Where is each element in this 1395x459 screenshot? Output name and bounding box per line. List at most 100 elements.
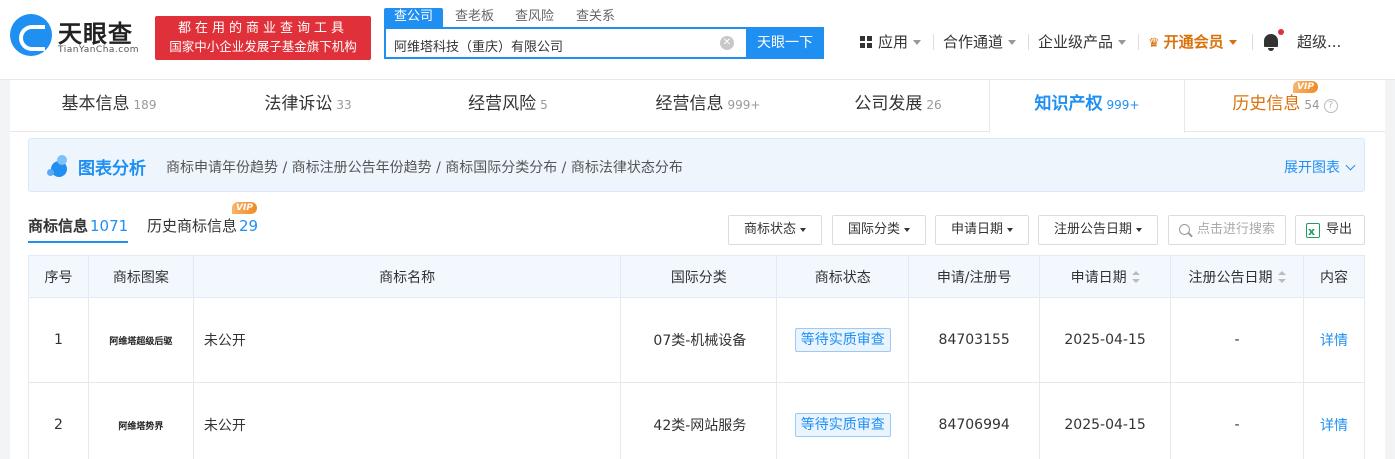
tab-development[interactable]: 公司发展 26 — [808, 80, 988, 132]
enterprise-label: 企业级产品 — [1038, 33, 1114, 51]
cell-image[interactable]: 阿维塔超级后驱 — [87, 297, 194, 383]
vip-menu[interactable]: ♛ 开通会员 — [1148, 32, 1237, 52]
chart-title: 图表分析 — [78, 159, 146, 179]
divider — [1028, 34, 1029, 50]
cell-pub-date: - — [1170, 297, 1304, 383]
subtab-history-trademark[interactable]: 历史商标信息 29 — [147, 215, 258, 236]
chevron-down-icon — [1008, 40, 1017, 45]
user-menu[interactable]: 超级... — [1297, 32, 1341, 52]
tab-label: 经营信息 — [655, 94, 724, 114]
chevron-down-icon — [1345, 160, 1356, 171]
cell-reg-no: 84706994 — [908, 382, 1041, 459]
trademark-image: 阿维塔超级后驱 — [109, 337, 173, 347]
tab-label: 经营风险 — [468, 94, 537, 114]
promo-banner[interactable]: 都在用的商业查询工具 国家中小企业发展子基金旗下机构 — [155, 16, 371, 60]
tab-operation[interactable]: 经营信息 999+ — [608, 80, 808, 132]
detail-link[interactable]: 详情 — [1320, 333, 1348, 349]
enterprise-menu[interactable]: 企业级产品 — [1038, 32, 1127, 52]
chevron-down-icon — [1007, 227, 1013, 232]
tab-label: 基本信息 — [61, 94, 130, 114]
chevron-down-icon — [913, 40, 922, 45]
filter-label: 注册公告日期 — [1053, 222, 1132, 237]
table-header-row: 序号 商标图案 商标名称 国际分类 商标状态 申请/注册号 申请日期 注册公告日… — [28, 255, 1366, 298]
filter-intl-class[interactable]: 国际分类 — [832, 215, 926, 245]
help-icon[interactable]: ? — [1323, 99, 1338, 113]
col-action: 内容 — [1302, 255, 1366, 298]
promo-line2: 国家中小企业发展子基金旗下机构 — [169, 39, 357, 54]
promo-line1: 都在用的商业查询工具 — [177, 21, 348, 36]
search-button[interactable]: 天眼一下 — [746, 27, 824, 59]
bell-icon[interactable] — [1262, 29, 1284, 52]
main-panel: 基本信息 189 法律诉讼 33 经营风险 5 经营信息 999+ 公司发展 26 知识产… — [10, 80, 1385, 459]
tab-ip[interactable]: 知识产权 999+ — [989, 80, 1185, 133]
cell-apply-date: 2025-04-15 — [1039, 297, 1172, 383]
expand-label: 展开图表 — [1284, 160, 1340, 176]
search-input-value: 阿维塔科技（重庆）有限公司 — [394, 40, 564, 55]
subtab-trademark-info[interactable]: 商标信息 1071 — [28, 215, 129, 243]
col-image: 商标图案 — [87, 255, 194, 298]
status-badge: 等待实质审查 — [794, 328, 891, 352]
cell-image[interactable]: 阿维塔势界 — [87, 382, 194, 459]
cell-class: 42类-网站服务 — [620, 382, 778, 459]
export-button[interactable]: 导出 — [1295, 215, 1365, 246]
col-label: 注册公告日期 — [1188, 269, 1273, 286]
cell-apply-date: 2025-04-15 — [1039, 382, 1172, 459]
search-input[interactable]: 阿维塔科技（重庆）有限公司 ✕ — [384, 27, 746, 59]
divider — [933, 34, 934, 50]
search-tab-relation[interactable]: 查关系 — [576, 8, 615, 28]
tab-count: 33 — [336, 98, 352, 112]
chevron-down-icon — [800, 227, 806, 232]
cell-action: 详情 — [1302, 297, 1366, 383]
sort-icon[interactable] — [1131, 270, 1140, 283]
tab-label: 法律诉讼 — [264, 94, 333, 114]
tab-count: 5 — [540, 98, 548, 112]
cell-class: 07类-机械设备 — [620, 297, 778, 383]
divider — [1252, 34, 1253, 50]
filter-label: 申请日期 — [950, 222, 1003, 237]
search-tab-company[interactable]: 查公司 — [384, 8, 444, 28]
col-apply-date[interactable]: 申请日期 — [1039, 255, 1172, 298]
tab-risk[interactable]: 经营风险 5 — [408, 80, 608, 132]
subtab-label: 历史商标信息 — [147, 217, 238, 235]
chart-links[interactable]: 商标申请年份趋势 / 商标注册公告年份趋势 / 商标国际分类分布 / 商标法律状… — [166, 157, 683, 177]
cell-status: 等待实质审查 — [776, 297, 910, 383]
export-label: 导出 — [1326, 222, 1353, 237]
tab-history[interactable]: 历史信息 54? — [1185, 80, 1385, 132]
search-icon — [1179, 224, 1190, 235]
partner-menu[interactable]: 合作通道 — [943, 32, 1017, 52]
logo-icon — [10, 14, 52, 56]
search-placeholder: 点击进行搜索 — [1197, 222, 1276, 237]
filter-pub-date[interactable]: 注册公告日期 — [1038, 215, 1158, 245]
cell-name: 未公开 — [192, 297, 622, 383]
tab-label: 知识产权 — [1034, 94, 1103, 114]
expand-chart-button[interactable]: 展开图表 — [1284, 157, 1356, 177]
table-row: 2 阿维塔势界 未公开 42类-网站服务 等待实质审查 84706994 202… — [28, 382, 1366, 459]
tab-count: 26 — [926, 98, 942, 112]
search-tab-risk[interactable]: 查风险 — [515, 8, 554, 28]
subtab-label: 商标信息 — [28, 217, 89, 235]
excel-icon — [1306, 218, 1320, 246]
filter-label: 商标状态 — [743, 222, 796, 237]
tab-legal[interactable]: 法律诉讼 33 — [208, 80, 408, 132]
subtab-count: 1071 — [90, 217, 129, 235]
chevron-down-icon — [904, 227, 910, 232]
search-tab-boss[interactable]: 查老板 — [455, 8, 494, 28]
logo[interactable]: 天眼查 TianYanCha.com — [10, 12, 150, 62]
cell-reg-no: 84703155 — [908, 297, 1041, 383]
filter-apply-date[interactable]: 申请日期 — [935, 215, 1029, 245]
tab-count: 189 — [133, 98, 157, 112]
detail-link[interactable]: 详情 — [1320, 418, 1348, 434]
trademark-table: 序号 商标图案 商标名称 国际分类 商标状态 申请/注册号 申请日期 注册公告日… — [28, 255, 1366, 459]
filter-label: 国际分类 — [847, 222, 900, 237]
vip-badge: VIP — [1293, 81, 1318, 93]
apps-menu[interactable]: 应用 — [860, 32, 922, 52]
section-tabs: 基本信息 189 法律诉讼 33 经营风险 5 经营信息 999+ 公司发展 26 知识产… — [10, 80, 1385, 133]
tab-basic-info[interactable]: 基本信息 189 — [10, 80, 208, 132]
table-search-input[interactable]: 点击进行搜索 — [1168, 215, 1286, 245]
tab-count: 999+ — [1106, 98, 1140, 112]
filter-status[interactable]: 商标状态 — [728, 215, 822, 245]
sort-icon[interactable] — [1277, 270, 1286, 283]
col-pub-date[interactable]: 注册公告日期 — [1170, 255, 1304, 298]
clear-icon[interactable]: ✕ — [720, 36, 734, 50]
cell-no: 2 — [28, 382, 89, 459]
